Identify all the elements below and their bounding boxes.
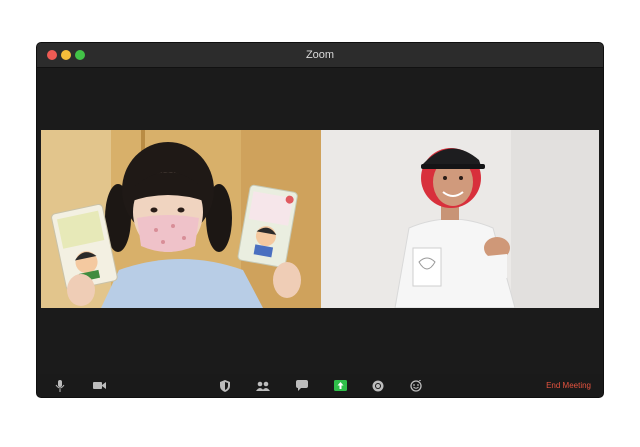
- video-tile-left[interactable]: [41, 130, 321, 308]
- end-meeting-button[interactable]: End Meeting: [546, 374, 591, 397]
- share-screen-button[interactable]: [329, 376, 351, 395]
- zoom-window: Zoom End Meeting: [37, 43, 603, 397]
- participants-button[interactable]: [252, 376, 274, 395]
- security-button[interactable]: [214, 376, 236, 395]
- microphone-icon: [55, 379, 65, 392]
- record-icon: [372, 380, 384, 391]
- security-shield-icon: [220, 379, 230, 392]
- video-feed-right: [321, 130, 599, 308]
- video-feed-left: [41, 130, 321, 308]
- video-camera-icon: [92, 382, 106, 389]
- share-screen-icon: [333, 380, 347, 391]
- reactions-button[interactable]: [405, 376, 427, 395]
- participants-icon: [256, 381, 270, 391]
- title-bar: Zoom: [37, 43, 603, 68]
- mute-button[interactable]: [49, 376, 71, 395]
- chat-button[interactable]: [291, 376, 313, 395]
- record-button[interactable]: [367, 376, 389, 395]
- window-title: Zoom: [305, 49, 335, 61]
- start-video-button[interactable]: [88, 376, 110, 395]
- reactions-icon: [410, 379, 422, 392]
- meeting-toolbar: End Meeting: [37, 374, 603, 397]
- chat-icon: [296, 380, 308, 391]
- video-gallery: [37, 68, 603, 374]
- video-tile-right[interactable]: [321, 130, 599, 308]
